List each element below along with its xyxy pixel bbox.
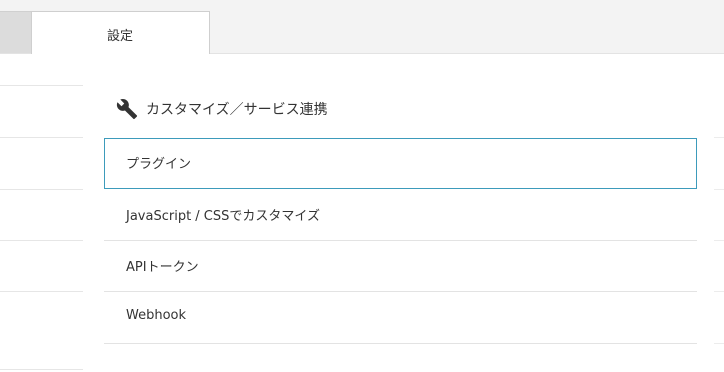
section-header: カスタマイズ／サービス連携 [116, 96, 328, 122]
left-panel-divider [0, 291, 83, 292]
left-panel-divider [0, 240, 83, 241]
menu-item-label: APIトークン [126, 260, 199, 275]
menu-item-webhook[interactable]: Webhook [104, 293, 697, 344]
tab-settings-label: 設定 [107, 29, 134, 44]
right-panel-divider [714, 291, 724, 292]
menu-item-label: プラグイン [126, 157, 192, 172]
menu-item-label: JavaScript / CSSでカスタマイズ [126, 209, 321, 224]
section-title: カスタマイズ／サービス連携 [146, 102, 328, 118]
wrench-icon [116, 99, 138, 120]
menu-item-api-token[interactable]: APIトークン [104, 241, 697, 292]
left-panel-divider [0, 189, 83, 190]
left-panel-divider [0, 369, 83, 370]
menu-item-js-css-customize[interactable]: JavaScript / CSSでカスタマイズ [104, 190, 697, 241]
left-panel-divider [0, 85, 83, 86]
right-panel-divider [714, 137, 724, 138]
tab-settings[interactable]: 設定 [31, 11, 210, 54]
right-panel-divider [714, 189, 724, 190]
menu-item-plugins[interactable]: プラグイン [104, 138, 697, 189]
left-panel-divider [0, 137, 83, 138]
tab-bar: 設定 [0, 0, 724, 54]
tab-previous[interactable] [0, 11, 31, 53]
menu-item-label: Webhook [126, 308, 187, 323]
right-panel-divider [714, 343, 724, 344]
right-panel-divider [714, 240, 724, 241]
